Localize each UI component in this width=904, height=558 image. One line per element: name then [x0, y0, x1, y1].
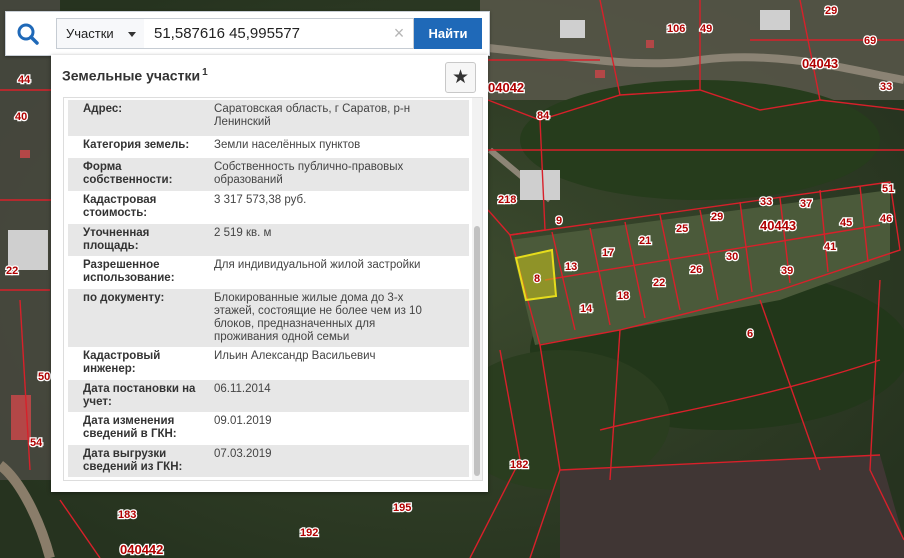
parcel-label[interactable]: 40 [14, 110, 29, 125]
panel-title: Земельные участки 1 [62, 67, 208, 84]
search-input[interactable] [144, 18, 414, 49]
parcel-label[interactable]: 51 [881, 182, 896, 197]
panel-title-text: Земельные участки [62, 67, 201, 84]
parcel-label[interactable]: 22 [5, 264, 20, 279]
parcel-label[interactable]: 37 [799, 197, 814, 212]
attr-value: Блокированные жилые дома до 3-х этажей, … [214, 292, 422, 343]
parcel-label[interactable]: 25 [675, 222, 690, 237]
table-row: Разрешенное использование: Для индивидуа… [68, 256, 469, 289]
parcel-label[interactable]: 21 [638, 234, 653, 249]
parcel-label[interactable]: 183 [117, 508, 138, 523]
parcel-label[interactable]: 22 [652, 276, 667, 291]
parcel-info-panel: Земельные участки 1 ★ Адрес: Саратовская … [51, 55, 488, 492]
attr-key: Дата выгрузки сведений из ГКН: [83, 448, 183, 473]
parcel-label[interactable]: 13 [564, 260, 579, 275]
attr-value: Ильин Александр Васильевич [214, 350, 376, 362]
parcel-label[interactable]: 41 [823, 240, 838, 255]
clear-icon[interactable]: × [389, 22, 409, 44]
attr-value: Собственность публично-правовых образова… [214, 161, 404, 186]
attr-value: Для индивидуальной жилой застройки [214, 259, 421, 271]
parcel-label[interactable]: 30 [725, 250, 740, 265]
star-icon: ★ [452, 67, 470, 88]
attr-value: 07.03.2019 [214, 448, 272, 460]
parcel-label[interactable]: 6 [746, 327, 755, 342]
attr-value: Земли населённых пунктов [214, 139, 361, 151]
favorite-button[interactable]: ★ [445, 62, 476, 93]
parcel-label[interactable]: 106 [666, 22, 687, 37]
parcel-label[interactable]: 192 [299, 526, 320, 541]
attr-key: Кадастровый инженер: [83, 350, 161, 375]
attr-value: 3 317 573,38 руб. [214, 194, 307, 206]
parcel-label[interactable]: 182 [509, 458, 530, 473]
parcel-label[interactable]: 39 [780, 264, 795, 279]
search-icon[interactable] [14, 20, 44, 48]
attr-key: Уточненная площадь: [83, 227, 150, 252]
chevron-down-icon [128, 32, 136, 37]
table-row: Кадастровый инженер: Ильин Александр Вас… [68, 347, 469, 380]
parcel-label[interactable]: 33 [879, 80, 894, 95]
attr-key: Кадастровая стоимость: [83, 194, 157, 219]
attr-key: Дата изменения сведений в ГКН: [83, 415, 177, 440]
parcel-label[interactable]: 14 [579, 302, 595, 317]
parcel-label[interactable]: 54 [29, 436, 45, 451]
table-row: Уточненная площадь: 2 519 кв. м [68, 224, 469, 256]
parcel-label[interactable]: 44 [17, 73, 33, 88]
table-row: Дата изменения сведений в ГКН: 09.01.201… [68, 412, 469, 445]
attr-key: Разрешенное использование: [83, 259, 175, 284]
parcel-label[interactable]: 04043 [801, 55, 840, 73]
scrollbar[interactable] [472, 98, 482, 480]
parcel-label[interactable]: 26 [689, 263, 704, 278]
parcel-label[interactable]: 9 [555, 214, 564, 229]
scrollbar-thumb[interactable] [474, 226, 480, 476]
table-row: Категория земель: Земли населённых пункт… [68, 136, 469, 158]
parcel-label[interactable]: 218 [497, 193, 518, 208]
panel-title-count: 1 [202, 67, 208, 78]
parcel-label[interactable]: 84 [536, 109, 552, 124]
search-mode-label: Участки [66, 26, 114, 41]
parcel-label[interactable]: 46 [879, 212, 894, 227]
attr-value: 06.11.2014 [214, 383, 271, 395]
parcel-label[interactable]: 49 [699, 22, 714, 37]
find-button[interactable]: Найти [414, 18, 482, 49]
attr-key: Форма собственности: [83, 161, 173, 186]
attr-value: 09.01.2019 [214, 415, 272, 427]
attr-key: Адрес: [83, 103, 123, 115]
parcel-label[interactable]: 29 [824, 4, 839, 19]
parcel-label[interactable]: 04042 [487, 79, 526, 97]
table-row: Кадастровая стоимость: 3 317 573,38 руб. [68, 191, 469, 224]
parcel-label[interactable]: 040442 [119, 541, 165, 558]
attr-key: Категория земель: [83, 139, 190, 151]
table-row: Дата выгрузки сведений из ГКН: 07.03.201… [68, 445, 469, 477]
attributes-scroll-area[interactable]: Адрес: Саратовская область, г Саратов, р… [63, 97, 483, 481]
parcel-label[interactable]: 18 [616, 289, 631, 304]
parcel-label[interactable]: 50 [37, 370, 52, 385]
search-mode-select[interactable]: Участки [56, 18, 145, 49]
table-row: Адрес: Саратовская область, г Саратов, р… [68, 100, 469, 136]
parcel-label[interactable]: 195 [392, 501, 413, 516]
parcel-label[interactable]: 29 [710, 210, 725, 225]
attr-key: Дата постановки на учет: [83, 383, 196, 408]
parcel-label[interactable]: 17 [601, 246, 616, 261]
parcel-label[interactable]: 40443 [759, 217, 798, 235]
parcel-label[interactable]: 69 [863, 34, 878, 49]
search-bar: Участки × Найти [5, 11, 490, 56]
attr-value: 2 519 кв. м [214, 227, 272, 239]
parcel-label[interactable]: 33 [759, 195, 774, 210]
table-row: Форма собственности: Собственность публи… [68, 158, 469, 191]
attr-key: по документу: [83, 292, 165, 304]
attr-value: Саратовская область, г Саратов, р-н Лени… [214, 103, 411, 128]
table-row: по документу: Блокированные жилые дома д… [68, 289, 469, 347]
parcel-label[interactable]: 45 [839, 216, 854, 231]
parcel-label[interactable]: 8 [533, 272, 542, 287]
table-row: Дата постановки на учет: 06.11.2014 [68, 380, 469, 412]
